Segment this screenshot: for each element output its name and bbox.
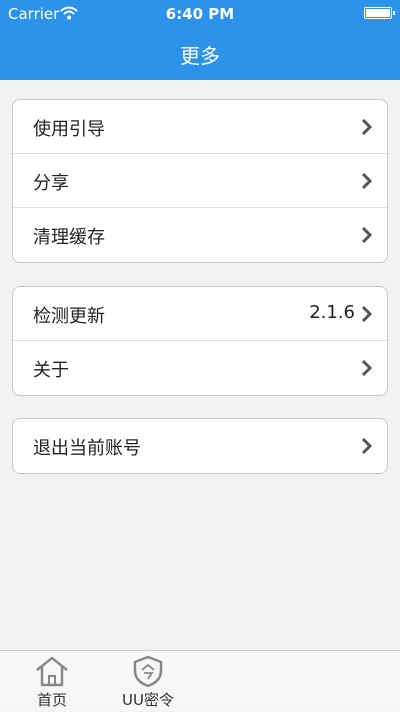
- home-icon: [36, 656, 68, 687]
- menu-item-label: 使用引导: [33, 119, 105, 140]
- menu-item-clear-cache[interactable]: 清理缓存: [13, 208, 387, 262]
- page-title: 更多: [180, 44, 220, 68]
- chevron-right-icon: [361, 438, 373, 454]
- settings-group-general: 使用引导 分享 清理缓存: [12, 99, 388, 263]
- tab-label: 首页: [36, 691, 67, 709]
- status-bar: Carrier 6:40 PM: [0, 0, 400, 28]
- settings-group-account: 退出当前账号: [12, 418, 388, 474]
- menu-item-label: 检测更新: [33, 306, 105, 327]
- menu-item-logout[interactable]: 退出当前账号: [13, 419, 387, 473]
- battery-icon: [364, 7, 395, 19]
- navigation-bar: Carrier 6:40 PM 更多: [0, 0, 400, 80]
- status-time: 6:40 PM: [165, 5, 235, 23]
- chevron-right-icon: [361, 306, 373, 322]
- tab-label: UU密令: [122, 691, 174, 709]
- menu-item-label: 清理缓存: [33, 227, 105, 248]
- menu-item-label: 关于: [33, 360, 69, 381]
- chevron-right-icon: [361, 227, 373, 243]
- menu-item-label: 退出当前账号: [33, 438, 141, 459]
- menu-item-check-update[interactable]: 检测更新 2.1.6: [13, 287, 387, 341]
- menu-item-share[interactable]: 分享: [13, 154, 387, 208]
- settings-group-app: 检测更新 2.1.6 关于: [12, 286, 388, 396]
- chevron-right-icon: [361, 119, 373, 135]
- chevron-right-icon: [361, 360, 373, 376]
- chevron-right-icon: [361, 173, 373, 189]
- tab-uu-token[interactable]: UU密令: [108, 651, 188, 712]
- menu-item-label: 分享: [33, 173, 69, 194]
- tab-home[interactable]: 首页: [12, 651, 92, 712]
- menu-item-guide[interactable]: 使用引导: [13, 100, 387, 154]
- version-value: 2.1.6: [309, 302, 355, 323]
- menu-item-about[interactable]: 关于: [13, 341, 387, 395]
- tab-bar: 首页 UU密令: [0, 650, 400, 711]
- shield-icon: [133, 655, 163, 687]
